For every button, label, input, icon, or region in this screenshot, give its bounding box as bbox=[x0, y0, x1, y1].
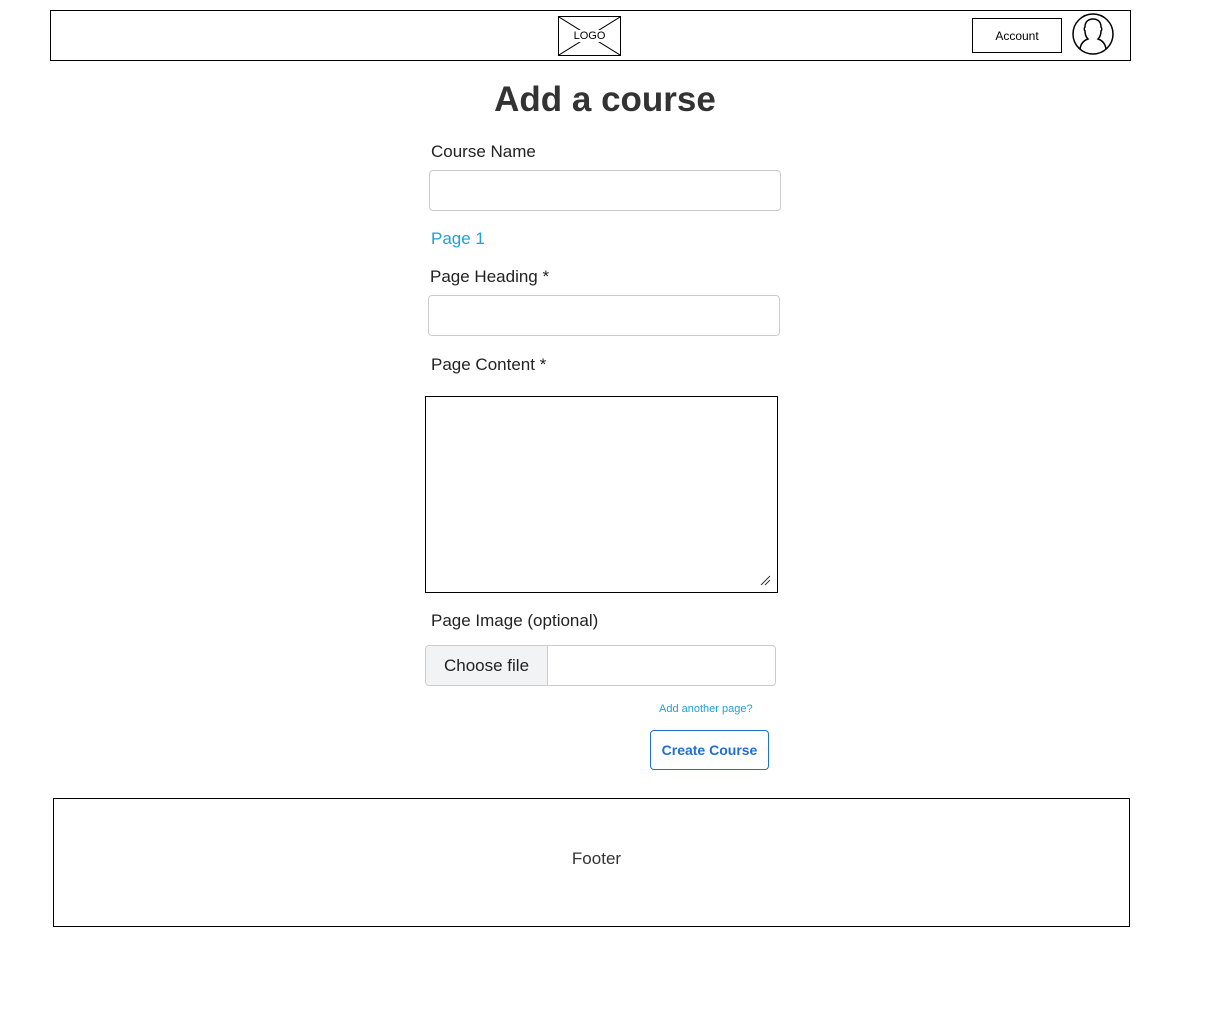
choose-file-button[interactable]: Choose file bbox=[426, 646, 548, 685]
page-1-link[interactable]: Page 1 bbox=[431, 228, 485, 250]
page-title: Add a course bbox=[494, 80, 716, 119]
logo-text: LOGO bbox=[572, 30, 607, 42]
page-content-textarea[interactable] bbox=[425, 396, 778, 593]
page-image-label: Page Image (optional) bbox=[431, 611, 599, 630]
user-avatar-icon[interactable] bbox=[1072, 13, 1114, 55]
account-button[interactable]: Account bbox=[972, 18, 1062, 53]
course-name-input[interactable] bbox=[429, 170, 781, 211]
footer-text: Footer bbox=[571, 849, 622, 868]
add-another-page-link[interactable]: Add another page? bbox=[659, 702, 753, 717]
footer: Footer bbox=[53, 798, 1130, 927]
resize-grip-icon[interactable] bbox=[759, 574, 771, 586]
logo[interactable]: LOGO bbox=[558, 16, 621, 56]
create-course-button[interactable]: Create Course bbox=[650, 730, 769, 770]
header: LOGO Account bbox=[50, 10, 1131, 61]
page-content-label: Page Content * bbox=[431, 355, 547, 374]
course-name-label: Course Name bbox=[431, 142, 536, 161]
page-heading-input[interactable] bbox=[428, 295, 780, 336]
page-image-file-input[interactable]: Choose file bbox=[425, 645, 776, 686]
page-heading-label: Page Heading * bbox=[430, 267, 550, 286]
